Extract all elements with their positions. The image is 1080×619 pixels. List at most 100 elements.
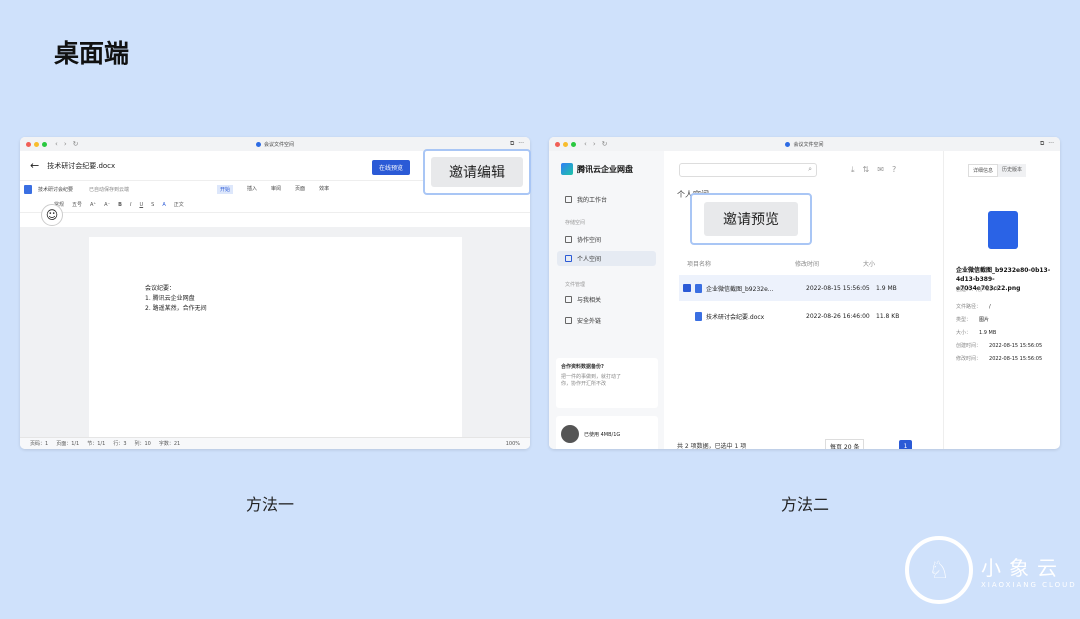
back-arrow-icon[interactable]: ←: [30, 159, 39, 172]
user-card[interactable]: 已使用 4MB/1G: [556, 416, 658, 449]
share-icon[interactable]: ⧉: [510, 140, 514, 148]
detail-value: 2022-08-15 15:56:05: [989, 343, 1043, 349]
doc-page[interactable]: 会议纪要： 1. 腾讯云企业网盘 2. 路遥某然，合作无间: [89, 237, 462, 447]
paragraph-style-select[interactable]: 正文: [174, 201, 184, 208]
user-quota: 已使用 4MB/1G: [584, 431, 621, 438]
caption-method-two: 方法二: [781, 495, 830, 514]
content-line: 2. 路遥某然，合作无间: [145, 305, 207, 312]
tab-review[interactable]: 审阅: [271, 185, 281, 194]
tab-efficiency[interactable]: 效率: [319, 185, 329, 194]
editor-canvas: 会议纪要： 1. 腾讯云企业网盘 2. 路遥某然，合作无间: [20, 227, 530, 447]
doc-file-icon: [695, 311, 702, 321]
strike-button[interactable]: S: [151, 202, 154, 208]
tab-page[interactable]: 页面: [295, 185, 305, 194]
invite-preview-callout: 邀请预览: [690, 193, 812, 245]
sidebar-item-safe-link[interactable]: 安全外链: [565, 316, 601, 325]
checkbox[interactable]: [683, 284, 691, 292]
detail-row: 大小： 1.9 MB: [956, 329, 996, 336]
file-name: 技术研讨会纪要.docx: [706, 313, 765, 321]
detail-owner: 创建人：用户8144: [956, 287, 999, 293]
search-icon: ⌕: [808, 165, 812, 173]
sidebar-group-files: 文件管理: [565, 282, 586, 288]
detail-value: 1.9 MB: [979, 330, 997, 336]
detail-panel: 详细信息 历史版本 企业微信截图_b9232e80-0b13-4d13-b389…: [943, 151, 1060, 449]
tab-insert[interactable]: 插入: [247, 185, 257, 194]
window-titlebar: ‹ › ↻ 会议文件空间 ⧉ ···: [549, 137, 1060, 151]
sidebar-group-storage: 存储空间: [565, 220, 586, 226]
underline-button[interactable]: U: [139, 202, 143, 208]
sidebar: 腾讯云企业网盘 我的工作台 存储空间 协作空间 个人空间 文件管理 与我相关 安…: [549, 151, 664, 449]
image-icon: [988, 211, 1018, 249]
file-name: 企业微信截图_b9232e...: [706, 285, 774, 293]
per-page-select[interactable]: 每页 20 条: [825, 439, 865, 449]
detail-tabs: 详细信息 历史版本: [968, 164, 1027, 177]
font-color-button[interactable]: A: [162, 202, 165, 208]
zoom-level[interactable]: 100%: [506, 441, 520, 447]
promo-card[interactable]: 合作资料数据备份? 把一件的事做到，就打动了你，协作开汇所不改: [556, 358, 658, 408]
fontsize-select[interactable]: 五号: [72, 201, 82, 208]
image-file-icon: [695, 283, 702, 293]
detail-row: 类型： 图片: [956, 316, 989, 323]
cloud-drive-window: ‹ › ↻ 会议文件空间 ⧉ ··· 腾讯云企业网盘 我的工作台 存储空间 协作空间 …: [549, 137, 1060, 449]
format-toolbar: 常规 五号 A⁺ A⁻ B I U S A 正文: [20, 197, 530, 213]
sort-icon[interactable]: ⇅: [863, 165, 870, 175]
status-section: 节：1/1: [87, 441, 106, 447]
detail-value: /: [989, 304, 991, 310]
table-row[interactable]: 技术研讨会纪要.docx 2022-08-26 16:46:00 11.8 KB: [679, 303, 931, 329]
tab-title: 会议文件空间: [263, 141, 294, 148]
word-icon: [24, 184, 32, 194]
tab-start[interactable]: 开始: [217, 184, 234, 194]
bold-button[interactable]: B: [118, 202, 122, 208]
mail-icon[interactable]: ✉: [877, 165, 884, 175]
promo-title: 合作资料数据备份?: [561, 364, 604, 370]
column-size[interactable]: 大小: [863, 259, 875, 268]
status-words: 字数：21: [158, 441, 181, 447]
detail-row: 修改时间： 2022-08-15 15:56:05: [956, 355, 1042, 362]
tab-history[interactable]: 历史版本: [998, 164, 1027, 177]
help-icon[interactable]: ?: [892, 165, 896, 175]
detail-row: 文件路径： /: [956, 303, 991, 310]
sidebar-item-personal[interactable]: 个人空间: [557, 251, 656, 266]
file-size: 1.9 MB: [876, 284, 897, 292]
sub-title: 技术研讨会纪要: [38, 186, 74, 193]
autosave-status: 已自动保存到云端: [89, 186, 130, 193]
invite-edit-button[interactable]: 邀请编辑: [431, 157, 523, 187]
grow-font-button[interactable]: A⁺: [90, 202, 96, 208]
invite-preview-button[interactable]: 邀请预览: [704, 202, 798, 236]
table-row[interactable]: 企业微信截图_b9232e... 2022-08-15 15:56:05 1.9…: [679, 275, 931, 301]
status-line: 行：3: [113, 441, 127, 447]
italic-button[interactable]: I: [130, 202, 131, 208]
avatar: [561, 425, 579, 443]
sidebar-item-collab[interactable]: 协作空间: [565, 235, 601, 244]
detail-value: 图片: [979, 317, 990, 323]
sidebar-item-related[interactable]: 与我相关: [565, 295, 601, 304]
sidebar-item-workbench[interactable]: 我的工作台: [565, 195, 607, 204]
page-number[interactable]: 1: [899, 440, 912, 449]
status-bar: 页码：1 页面：1/1 节：1/1 行：3 列：10 字数：21 100%: [20, 437, 530, 449]
logo-text: 小象云: [981, 555, 1065, 580]
sidebar-item-label: 协作空间: [577, 237, 602, 244]
caption-method-one: 方法一: [246, 495, 295, 514]
file-size: 11.8 KB: [876, 312, 900, 320]
download-icon[interactable]: ⤓: [851, 165, 855, 175]
more-icon[interactable]: ···: [518, 140, 524, 148]
column-modified[interactable]: 修改时间: [795, 259, 819, 268]
user-icon: [565, 255, 572, 262]
shrink-font-button[interactable]: A⁻: [104, 202, 110, 208]
more-icon[interactable]: ···: [1048, 140, 1054, 148]
brand-logo-icon: [561, 163, 573, 175]
column-name[interactable]: 项目名称: [687, 259, 711, 268]
status-col: 列：10: [134, 441, 151, 447]
app-icon: [255, 141, 261, 147]
selection-summary: 共 2 项数据，已选中 1 项: [677, 443, 747, 449]
tab-details[interactable]: 详细信息: [968, 164, 999, 177]
share-icon[interactable]: ⧉: [1040, 140, 1044, 148]
page-title: 桌面端: [54, 39, 130, 68]
brand: 腾讯云企业网盘: [561, 163, 633, 175]
detail-key: 文件路径：: [956, 304, 982, 310]
sidebar-item-label: 与我相关: [577, 297, 602, 304]
preview-button[interactable]: 在线预览: [371, 160, 410, 175]
search-input[interactable]: ⌕: [679, 163, 817, 177]
app-icon: [785, 141, 791, 147]
detail-key: 创建时间：: [956, 343, 982, 349]
